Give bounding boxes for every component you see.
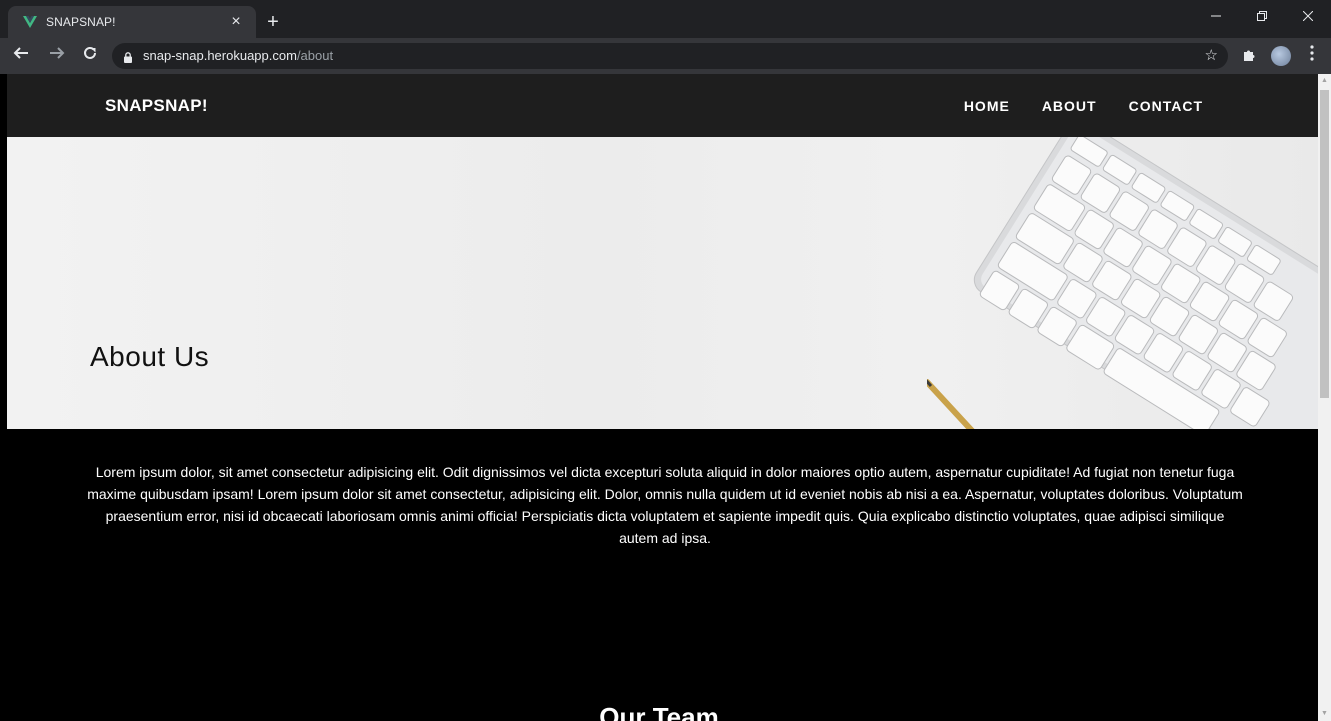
new-tab-button[interactable]: + bbox=[262, 11, 284, 33]
keyboard-illustration bbox=[927, 137, 1318, 429]
vue-logo-icon bbox=[22, 14, 38, 30]
kebab-menu-icon[interactable] bbox=[1305, 45, 1319, 67]
nav-links: HOME ABOUT CONTACT bbox=[964, 98, 1203, 114]
url-domain: snap-snap.herokuapp.com bbox=[143, 48, 297, 63]
site-brand[interactable]: SNAPSNAP! bbox=[105, 96, 208, 116]
tab-title: SNAPSNAP! bbox=[46, 15, 116, 29]
page-title: About Us bbox=[90, 341, 210, 372]
team-section-title: Our Team bbox=[599, 702, 719, 721]
profile-avatar-icon[interactable] bbox=[1271, 46, 1291, 66]
restore-icon[interactable] bbox=[1239, 0, 1285, 32]
scrollbar-thumb[interactable] bbox=[1320, 90, 1329, 398]
extensions-icon[interactable] bbox=[1240, 47, 1258, 65]
nav-about-link[interactable]: ABOUT bbox=[1042, 98, 1097, 114]
page-viewport: SNAPSNAP! HOME ABOUT CONTACT About Us Lo… bbox=[0, 74, 1318, 721]
browser-tab[interactable]: SNAPSNAP! × bbox=[8, 6, 256, 38]
address-bar[interactable]: snap-snap.herokuapp.com/about ☆ bbox=[112, 43, 1228, 69]
browser-tab-strip: SNAPSNAP! × + bbox=[0, 0, 1331, 38]
nav-contact-link[interactable]: CONTACT bbox=[1129, 98, 1203, 114]
hero-banner: About Us bbox=[7, 137, 1318, 429]
nav-home-link[interactable]: HOME bbox=[964, 98, 1010, 114]
back-arrow-icon[interactable] bbox=[10, 45, 32, 67]
url-text: snap-snap.herokuapp.com/about bbox=[143, 48, 333, 63]
reload-icon[interactable] bbox=[79, 45, 101, 67]
scroll-up-arrow-icon[interactable]: ▲ bbox=[1318, 74, 1331, 88]
window-controls bbox=[1193, 0, 1331, 32]
scroll-down-arrow-icon[interactable]: ▼ bbox=[1318, 707, 1331, 721]
browser-toolbar: snap-snap.herokuapp.com/about ☆ bbox=[0, 38, 1331, 74]
star-icon[interactable]: ☆ bbox=[1205, 46, 1218, 64]
page-scrollbar[interactable]: ▲ ▼ bbox=[1318, 74, 1331, 721]
forward-arrow-icon[interactable] bbox=[46, 45, 68, 67]
lock-icon bbox=[124, 50, 132, 63]
site-navbar: SNAPSNAP! HOME ABOUT CONTACT bbox=[7, 74, 1318, 137]
about-description: Lorem ipsum dolor, sit amet consectetur … bbox=[87, 464, 1243, 546]
tab-close-icon[interactable]: × bbox=[226, 12, 246, 32]
url-path: /about bbox=[296, 48, 334, 63]
close-icon[interactable] bbox=[1285, 0, 1331, 32]
minimize-icon[interactable] bbox=[1193, 0, 1239, 32]
